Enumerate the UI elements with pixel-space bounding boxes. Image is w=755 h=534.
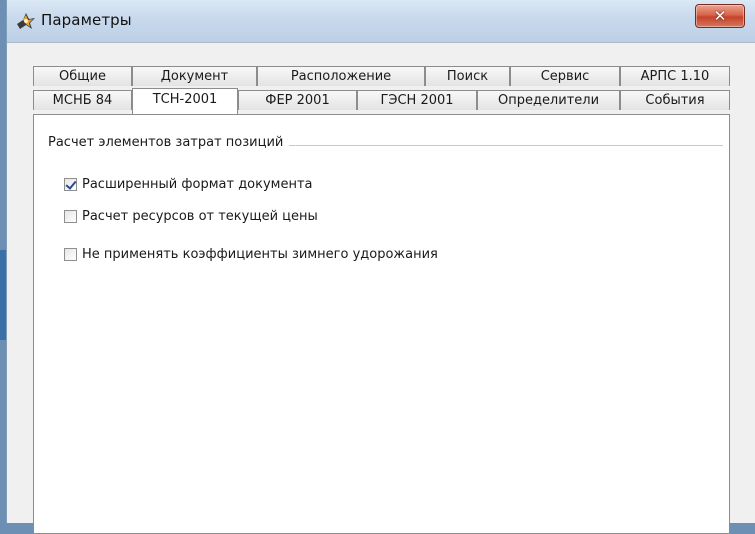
option-no-winter-coefficients[interactable]: Не применять коэффициенты зимнего удорож… — [64, 245, 438, 263]
tab-determinants[interactable]: Определители — [477, 90, 620, 110]
parameters-app-icon — [17, 13, 35, 29]
tab-gesn2001[interactable]: ГЭСН 2001 — [357, 90, 477, 110]
close-icon: ✕ — [713, 7, 727, 25]
option-label: Не применять коэффициенты зимнего удорож… — [82, 246, 438, 262]
tab-events[interactable]: События — [620, 90, 730, 110]
tab-tsn2001[interactable]: ТСН-2001 — [132, 88, 238, 114]
option-label: Расчет ресурсов от текущей цены — [82, 208, 318, 224]
option-resources-current-price[interactable]: Расчет ресурсов от текущей цены — [64, 207, 318, 225]
parameters-dialog: Параметры ✕ Общие Документ Расположение … — [6, 0, 755, 534]
tab-layout[interactable]: Расположение — [257, 66, 425, 86]
checkbox-no-winter-coefficients[interactable] — [64, 247, 77, 261]
tab-document[interactable]: Документ — [132, 66, 257, 86]
title-bar[interactable]: Параметры ✕ — [7, 0, 755, 43]
tab-search[interactable]: Поиск — [425, 66, 510, 86]
group-title: Расчет элементов затрат позиций — [48, 135, 290, 150]
close-button[interactable]: ✕ — [695, 4, 745, 28]
window-title: Параметры — [41, 11, 132, 29]
checkbox-resources-current-price[interactable] — [64, 209, 77, 223]
tab-service[interactable]: Сервис — [510, 66, 620, 86]
tab-msnb84[interactable]: МСНБ 84 — [33, 90, 132, 110]
tab-panel-tsn2001: Расчет элементов затрат позиций Расширен… — [33, 114, 730, 534]
tab-fer2001[interactable]: ФЕР 2001 — [238, 90, 357, 110]
option-extended-format[interactable]: Расширенный формат документа — [64, 175, 313, 193]
option-label: Расширенный формат документа — [82, 176, 313, 192]
tab-general[interactable]: Общие — [33, 66, 132, 86]
tab-arps[interactable]: АРПС 1.10 — [620, 66, 730, 86]
checkbox-extended-format[interactable] — [64, 177, 77, 191]
